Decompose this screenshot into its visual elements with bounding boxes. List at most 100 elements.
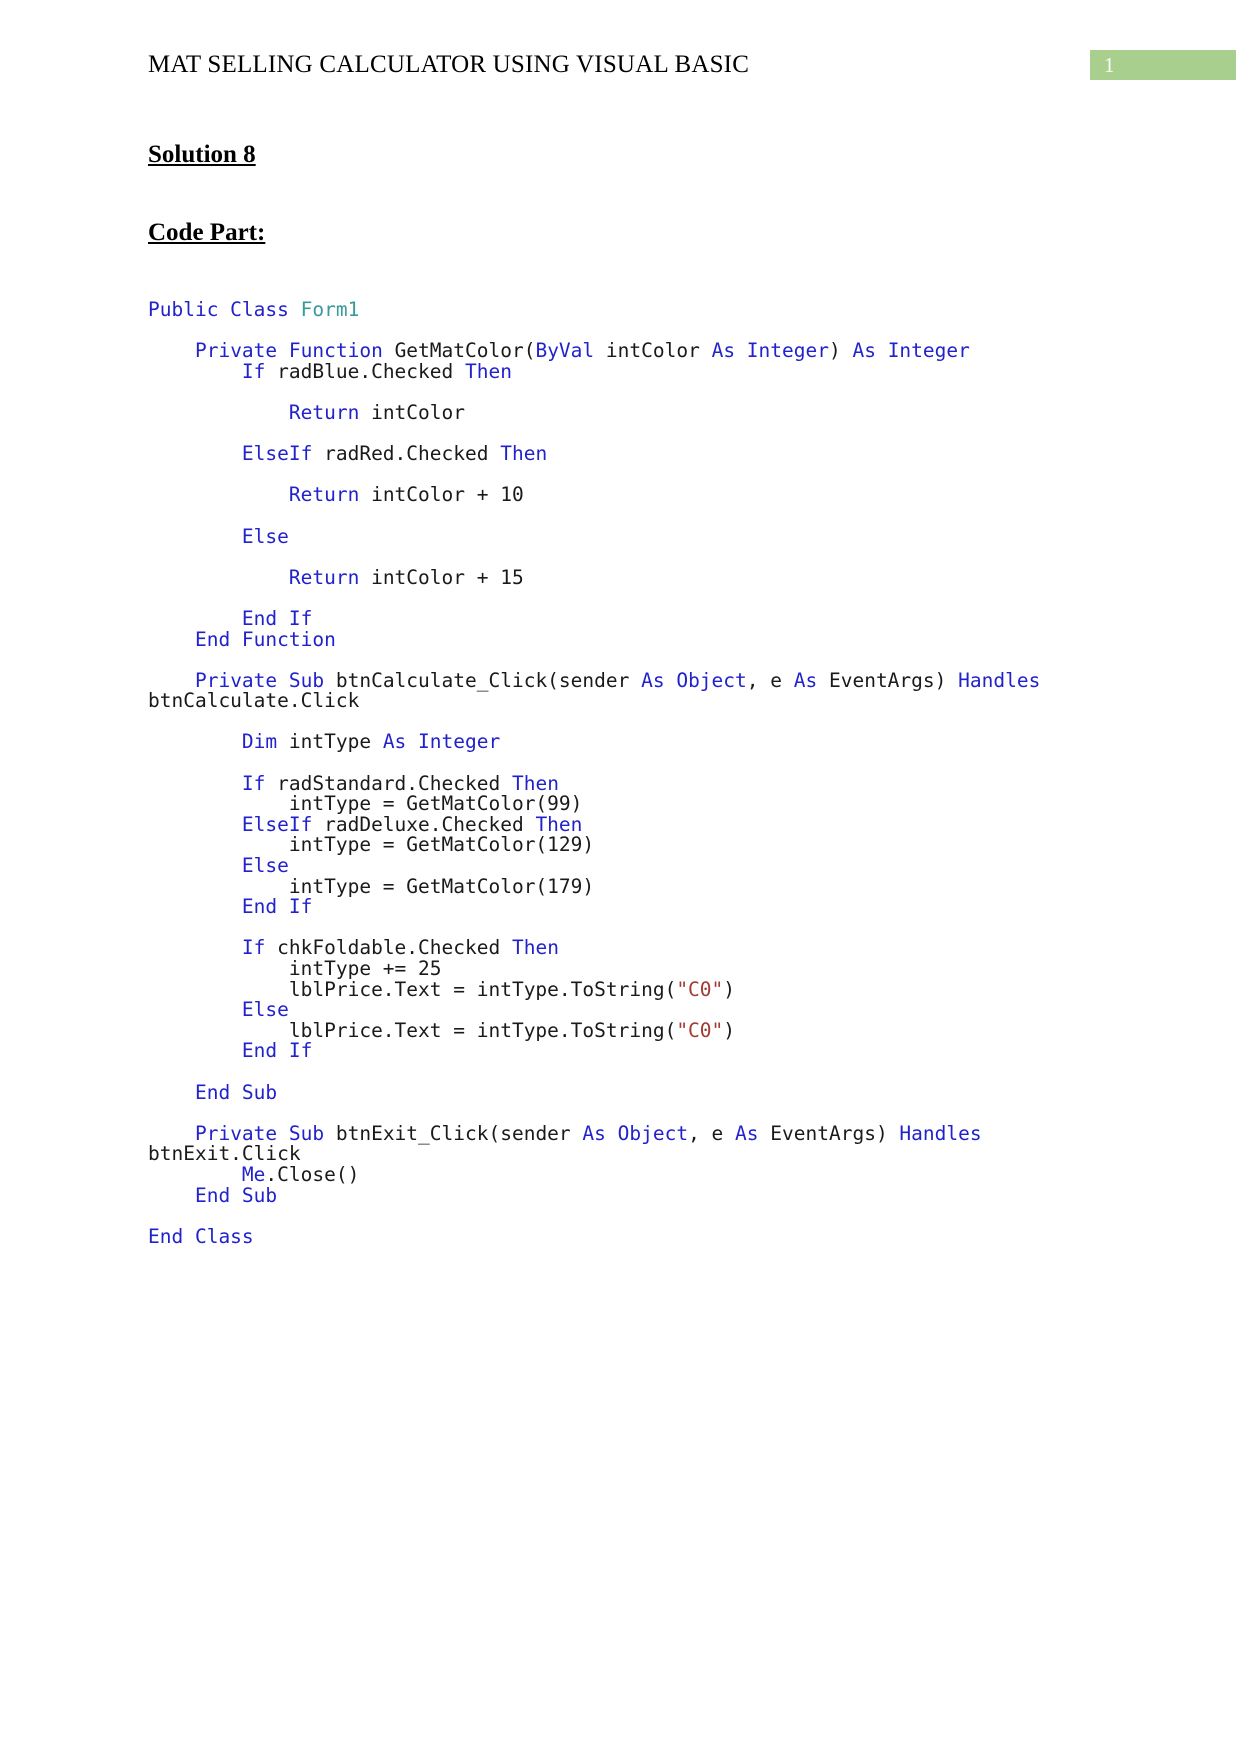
code-part-heading: Code Part:: [148, 219, 266, 246]
code-token: Else: [241, 524, 289, 548]
code-token: Public Class: [148, 298, 301, 321]
code-token: Then: [511, 936, 559, 960]
code-token: End Function: [194, 627, 336, 651]
code-token: Then: [511, 771, 559, 795]
code-line: If radBlue.Checked Then: [148, 359, 1108, 383]
document-body: Solution 8 Code Part: Public Class Form1…: [148, 140, 1108, 1247]
code-token: Return: [288, 483, 372, 507]
code-token: GetMatColor(: [394, 339, 536, 363]
code-token: Return: [288, 565, 372, 589]
code-token: If: [241, 359, 278, 383]
code-token: End If: [241, 895, 313, 919]
code-token: Then: [465, 359, 512, 383]
code-token: intType = GetMatColor(99): [148, 792, 583, 816]
page-number-badge: 1: [1090, 50, 1236, 80]
code-token: btnCalculate.Click: [148, 689, 360, 713]
code-token: Private Sub: [194, 668, 336, 692]
code-token: lblPrice.Text = intType.ToString(: [148, 1018, 677, 1042]
solution-heading-row: Solution 8: [148, 140, 1108, 170]
code-token: intType = GetMatColor(129): [148, 833, 595, 857]
code-line: End Function: [148, 627, 1108, 651]
code-token: intColor + 15: [371, 565, 524, 589]
code-line: End Sub: [148, 1080, 1108, 1104]
code-token: As Integer: [382, 730, 501, 754]
code-line: Else: [148, 854, 1108, 878]
solution-heading: Solution 8: [148, 141, 256, 168]
code-token: If: [241, 936, 278, 960]
code-token: Return: [288, 400, 372, 424]
header-title: MAT SELLING CALCULATOR USING VISUAL BASI…: [148, 51, 750, 78]
code-line: ElseIf radRed.Checked Then: [148, 442, 1108, 466]
code-line: intType += 25: [148, 957, 1108, 980]
code-line: Return intColor + 10: [148, 485, 1108, 506]
code-token: Then: [535, 812, 583, 836]
code-line: Return intColor: [148, 400, 1108, 424]
code-token: ElseIf: [241, 812, 325, 836]
code-line: Return intColor + 15: [148, 565, 1108, 589]
code-token: intType += 25: [148, 957, 442, 980]
code-line: End Sub: [148, 1184, 1108, 1207]
code-line: intType = GetMatColor(129): [148, 835, 1108, 856]
document-header: MAT SELLING CALCULATOR USING VISUAL BASI…: [0, 48, 1241, 88]
code-line: intType = GetMatColor(99): [148, 792, 1108, 816]
code-token: If: [241, 771, 278, 795]
code-token: Dim: [241, 730, 289, 754]
code-token: End Sub: [194, 1080, 278, 1104]
code-token: End If: [241, 1039, 313, 1063]
code-line: Me.Close(): [148, 1162, 1108, 1186]
code-token: ): [723, 1018, 736, 1042]
code-token: , e: [688, 1121, 736, 1145]
code-token: lblPrice.Text = intType.ToString(: [148, 977, 677, 1001]
code-token: radRed.Checked: [324, 442, 501, 466]
code-token: ): [723, 977, 736, 1001]
code-line: lblPrice.Text = intType.ToString("C0"): [148, 977, 1108, 1001]
code-line: End If: [148, 895, 1108, 919]
code-token: btnExit.Click: [148, 1142, 301, 1166]
code-line: End If: [148, 1041, 1108, 1062]
code-token: EventArgs): [828, 668, 959, 692]
code-line: lblPrice.Text = intType.ToString("C0"): [148, 1018, 1108, 1042]
code-token: .Close(): [265, 1162, 360, 1186]
document-page: MAT SELLING CALCULATOR USING VISUAL BASI…: [0, 0, 1241, 1754]
code-line: Private Sub btnExit_Click(sender As Obje…: [148, 1121, 1108, 1166]
code-token: EventArgs): [770, 1121, 900, 1145]
code-token: radDeluxe.Checked: [324, 812, 536, 836]
code-token: End If: [241, 606, 313, 630]
code-token: "C0": [676, 977, 724, 1001]
code-line: Else: [148, 524, 1108, 548]
code-line: intType = GetMatColor(179): [148, 876, 1108, 898]
code-token: As Integer: [711, 339, 829, 363]
code-token: Else: [241, 998, 289, 1022]
code-token: As: [793, 668, 829, 692]
code-token: Handles: [899, 1121, 994, 1145]
code-line: If radStandard.Checked Then: [148, 771, 1108, 795]
code-token: intColor + 10: [371, 483, 524, 507]
code-token: Else: [241, 854, 289, 878]
code-line: Private Sub btnCalculate_Click(sender As…: [148, 668, 1108, 713]
code-token: "C0": [676, 1018, 724, 1042]
code-line: If chkFoldable.Checked Then: [148, 938, 1108, 959]
code-token: ): [828, 339, 841, 363]
code-token: Private Function: [194, 339, 395, 363]
